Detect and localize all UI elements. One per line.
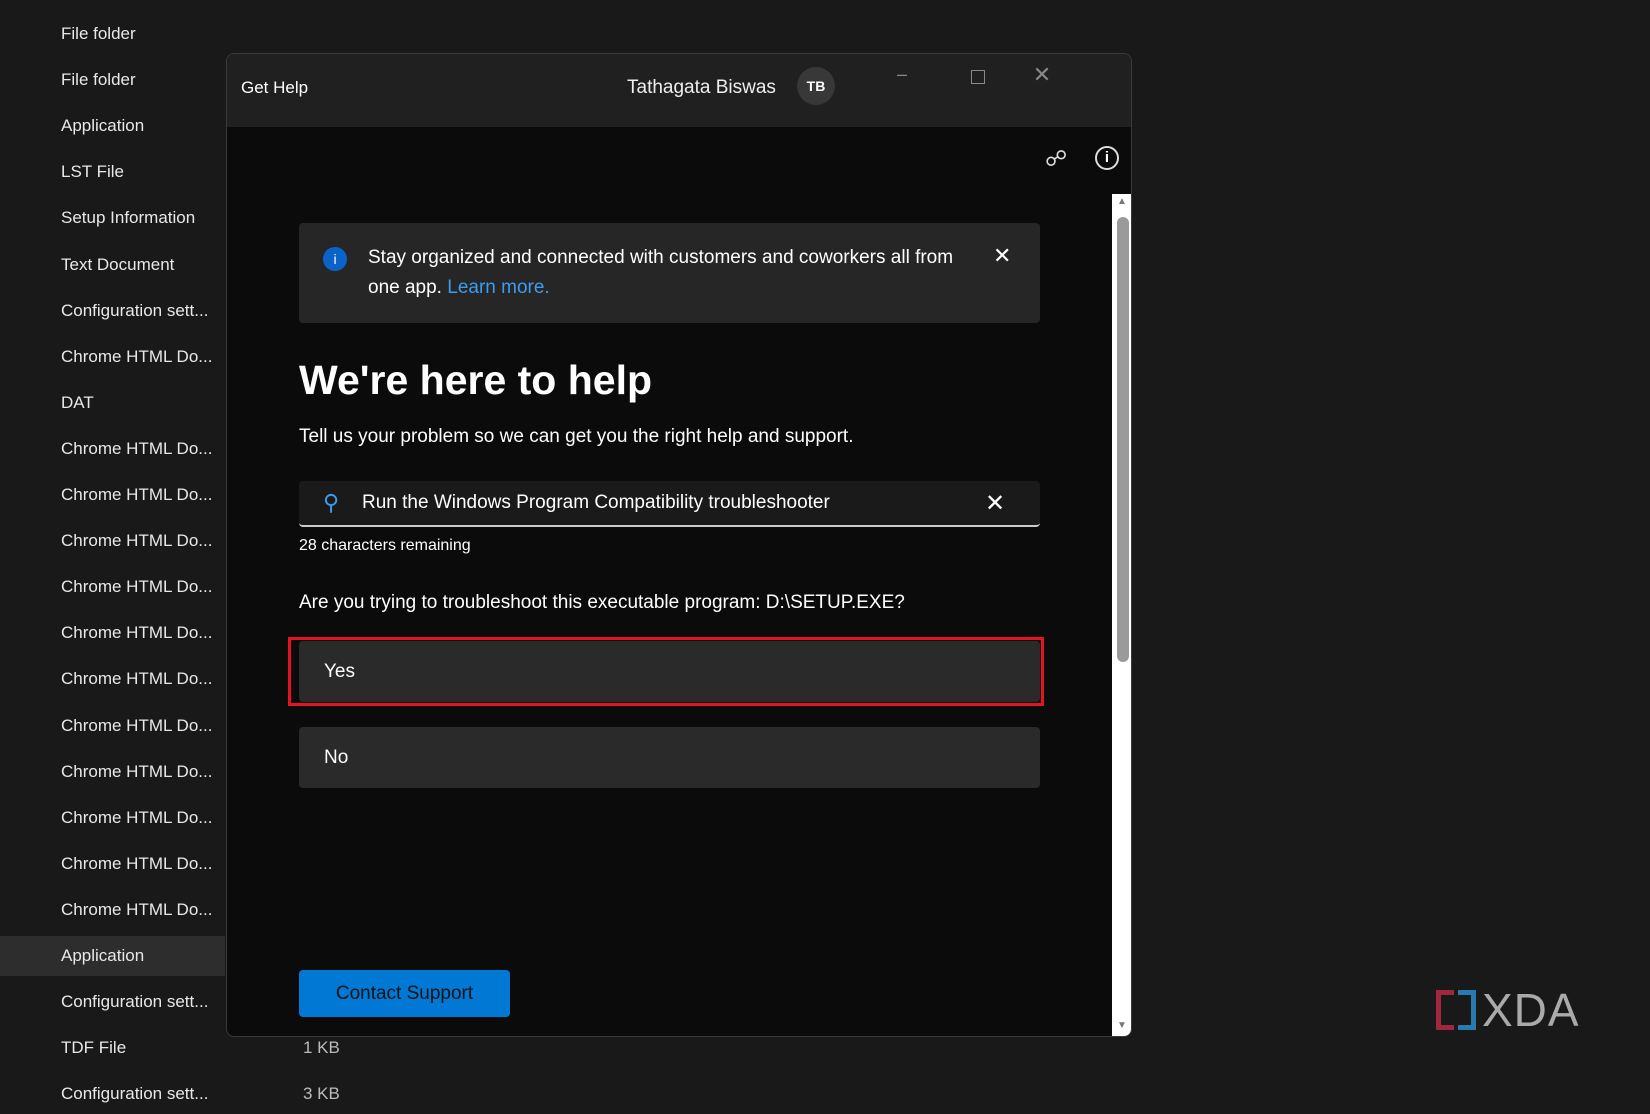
page-title: We're here to help <box>299 357 653 403</box>
search-input[interactable]: ⚲ Run the Windows Program Compatibility … <box>299 481 1040 527</box>
minimize-button[interactable]: – <box>882 64 922 94</box>
subtitle: Tell us your problem so we can get you t… <box>299 426 854 447</box>
learn-more-link[interactable]: Learn more. <box>447 277 549 298</box>
option-no-button[interactable]: No <box>299 727 1040 788</box>
file-list-row[interactable]: Chrome HTML Do... <box>0 475 225 515</box>
search-value: Run the Windows Program Compatibility tr… <box>362 492 830 513</box>
file-list-row[interactable]: Chrome HTML Do... <box>0 337 225 377</box>
file-list-row[interactable]: LST File <box>0 152 225 192</box>
scroll-down-arrow[interactable]: ▼ <box>1117 1020 1127 1031</box>
option-yes-button[interactable]: Yes <box>299 641 1040 702</box>
banner-close-button[interactable]: ✕ <box>993 243 1011 269</box>
info-icon[interactable]: i <box>1095 146 1119 170</box>
char-counter: 28 characters remaining <box>299 537 471 554</box>
avatar[interactable]: TB <box>797 67 835 105</box>
file-list-row[interactable]: Chrome HTML Do... <box>0 567 225 607</box>
file-list-row[interactable]: Chrome HTML Do... <box>0 659 225 699</box>
file-list-row[interactable]: Chrome HTML Do... <box>0 844 225 884</box>
title-bar: Get Help Tathagata Biswas TB – ✕ <box>227 54 1131 127</box>
feedback-icon[interactable]: ☍ <box>1045 146 1067 172</box>
xda-logo-text: XDA <box>1482 984 1580 1036</box>
file-list-row[interactable]: Chrome HTML Do... <box>0 798 225 838</box>
file-list-row[interactable]: Configuration sett... <box>0 291 225 331</box>
file-list-row[interactable]: File folder <box>0 14 225 54</box>
user-name[interactable]: Tathagata Biswas <box>627 77 776 99</box>
file-size: 3 KB <box>303 1084 340 1104</box>
file-list-row[interactable]: DAT <box>0 383 225 423</box>
file-list-row[interactable]: Configuration sett... <box>0 982 225 1022</box>
info-banner: i Stay organized and connected with cust… <box>299 223 1040 323</box>
contact-support-button[interactable]: Contact Support <box>299 970 510 1017</box>
file-list-row[interactable]: Chrome HTML Do... <box>0 613 225 653</box>
clear-search-button[interactable]: ✕ <box>985 489 1005 518</box>
xda-logo-bracket-icon <box>1458 990 1476 1030</box>
question-text: Are you trying to troubleshoot this exec… <box>299 592 905 613</box>
file-list-row[interactable]: Chrome HTML Do... <box>0 521 225 561</box>
scrollbar[interactable]: ▲ ▼ <box>1112 194 1131 1036</box>
scrollbar-thumb[interactable] <box>1117 217 1129 662</box>
file-list-row[interactable]: Application <box>0 106 225 146</box>
app-title: Get Help <box>241 78 309 97</box>
info-badge-icon: i <box>323 247 347 271</box>
file-list-row[interactable]: Chrome HTML Do... <box>0 890 225 930</box>
file-list-row[interactable]: Setup Information <box>0 198 225 238</box>
file-list-row[interactable]: TDF File <box>0 1028 225 1068</box>
file-list-row[interactable]: Chrome HTML Do... <box>0 706 225 746</box>
close-button[interactable]: ✕ <box>1022 62 1062 92</box>
file-list-row[interactable]: Chrome HTML Do... <box>0 429 225 469</box>
file-list-row[interactable]: Chrome HTML Do... <box>0 752 225 792</box>
xda-watermark: XDA <box>1436 984 1580 1036</box>
file-list-row[interactable]: Text Document <box>0 245 225 285</box>
scroll-up-arrow[interactable]: ▲ <box>1117 196 1127 207</box>
file-size: 1 KB <box>303 1038 340 1058</box>
search-icon: ⚲ <box>323 490 340 515</box>
file-list-row[interactable]: Application <box>0 936 225 976</box>
xda-logo-bracket-icon <box>1436 990 1454 1030</box>
file-list-row[interactable]: Configuration sett... <box>0 1074 225 1114</box>
file-list-row[interactable]: File folder <box>0 60 225 100</box>
maximize-button[interactable] <box>971 70 985 84</box>
get-help-window: Get Help Tathagata Biswas TB – ✕ ☍ i i S… <box>226 53 1132 1037</box>
